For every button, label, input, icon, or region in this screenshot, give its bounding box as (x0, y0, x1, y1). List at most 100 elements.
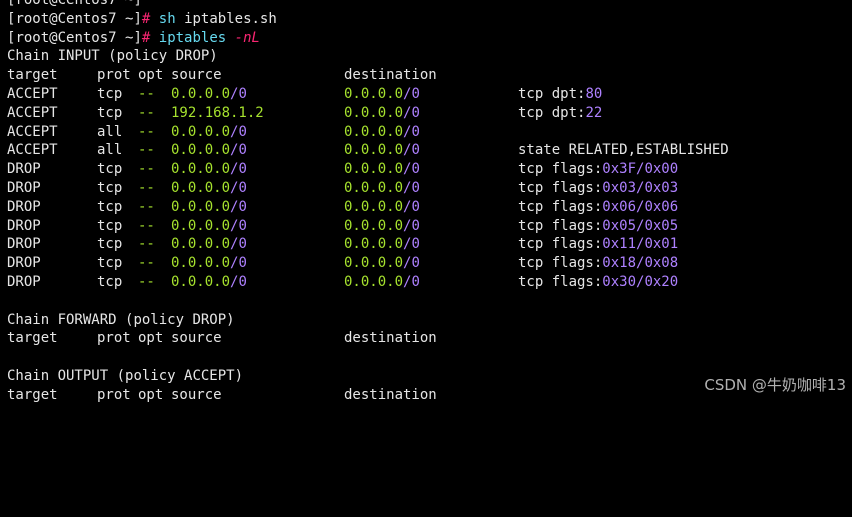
rule-source: 0.0.0.0/0 (171, 235, 247, 254)
rule-opt: -- (138, 123, 155, 140)
rule-destination-mask: /0 (403, 123, 420, 140)
rule-options-value: 80 (585, 85, 603, 102)
header-destination: destination (344, 67, 437, 84)
rule-row: DROP tcp -- 0.0.0.0/0 0.0.0.0/0 tcp flags:0x0… (7, 198, 852, 217)
rule-options: tcp flags:0x05/0x05 (518, 217, 678, 236)
rule-source: 0.0.0.0/0 (171, 85, 247, 104)
rule-source-ip: 0.0.0.0 (171, 236, 231, 253)
rule-opt: -- (138, 104, 155, 121)
chain-forward-title: Chain FORWARD (policy DROP) (7, 311, 852, 330)
prompt-path: ~ (116, 10, 134, 27)
rule-options: tcp dpt:80 (518, 85, 602, 104)
clipped-prompt-line: [root@Centos7 ~] (7, 0, 852, 10)
rule-destination: 0.0.0.0/0 (344, 160, 420, 179)
chain-policy: (policy DROP) (108, 48, 218, 65)
rule-destination: 0.0.0.0/0 (344, 254, 420, 273)
header-target: target (7, 386, 58, 403)
rule-options-value: 0x18/0x08 (602, 255, 679, 272)
rule-source: 0.0.0.0/0 (171, 141, 247, 160)
rule-source-mask: /0 (230, 217, 247, 234)
rule-source-mask: /0 (230, 236, 247, 253)
rule-options-label: tcp flags: (518, 198, 603, 215)
rule-source: 0.0.0.0/0 (171, 160, 247, 179)
rule-source-ip: 0.0.0.0 (171, 217, 231, 234)
rule-target: ACCEPT (7, 85, 58, 102)
rule-destination-ip: 0.0.0.0 (344, 236, 404, 253)
rule-source-ip: 0.0.0.0 (171, 161, 231, 178)
rule-options-value: 0x30/0x20 (602, 273, 679, 290)
rule-source: 0.0.0.0/0 (171, 273, 247, 292)
rule-target: DROP (7, 179, 41, 196)
rule-options-label: tcp flags: (518, 217, 603, 234)
rule-source-ip: 0.0.0.0 (171, 198, 231, 215)
rule-destination-mask: /0 (403, 104, 420, 121)
rule-source-ip: 0.0.0.0 (171, 123, 231, 140)
command-argument: -nL (234, 29, 260, 46)
rule-target: DROP (7, 161, 41, 178)
rule-destination-mask: /0 (403, 236, 420, 253)
chain-policy: (policy DROP) (125, 311, 235, 328)
prompt-hash: # (141, 29, 151, 46)
rule-options: state RELATED,ESTABLISHED (518, 141, 729, 160)
chain-policy: (policy ACCEPT) (116, 367, 244, 384)
command-name: sh (158, 10, 176, 27)
chain-input-header: target prot opt source destination (7, 66, 852, 85)
header-source: source (171, 67, 222, 84)
rule-source: 192.168.1.2 (171, 104, 264, 123)
rule-prot: tcp (97, 161, 123, 178)
prompt-close: ] (133, 10, 142, 27)
rule-source-ip: 0.0.0.0 (171, 142, 231, 159)
rule-row: ACCEPT tcp -- 0.0.0.0/0 0.0.0.0/0 tcp dpt:80 (7, 85, 852, 104)
rule-destination-mask: /0 (403, 161, 420, 178)
rule-prot: tcp (97, 198, 123, 215)
rule-source-ip: 0.0.0.0 (171, 255, 231, 272)
rule-destination-mask: /0 (403, 255, 420, 272)
chain-forward-header: target prot opt source destination (7, 329, 852, 348)
rule-prot: all (97, 123, 123, 140)
clipped-prompt-path: ~ (116, 0, 134, 8)
rule-target: DROP (7, 217, 41, 234)
header-prot: prot (97, 330, 131, 347)
rule-options: tcp flags:0x11/0x01 (518, 235, 678, 254)
header-prot: prot (97, 67, 131, 84)
watermark-text: CSDN @牛奶咖啡13 (704, 376, 846, 394)
rule-options-value: 0x3F/0x00 (602, 161, 679, 178)
rule-options: tcp dpt:22 (518, 104, 602, 123)
rule-destination: 0.0.0.0/0 (344, 179, 420, 198)
command-argument: iptables.sh (184, 10, 277, 27)
rule-opt: -- (138, 236, 155, 253)
prompt-close: ] (133, 29, 142, 46)
header-source: source (171, 330, 222, 347)
rule-row: DROP tcp -- 0.0.0.0/0 0.0.0.0/0 tcp flags:0x3… (7, 160, 852, 179)
rule-options: tcp flags:0x06/0x06 (518, 198, 678, 217)
rule-opt: -- (138, 273, 155, 290)
header-source: source (171, 386, 222, 403)
rule-source: 0.0.0.0/0 (171, 123, 247, 142)
rule-row: ACCEPT all -- 0.0.0.0/0 0.0.0.0/0 (7, 123, 852, 142)
rule-destination-ip: 0.0.0.0 (344, 123, 404, 140)
rule-row: DROP tcp -- 0.0.0.0/0 0.0.0.0/0 tcp flags:0x1… (7, 235, 852, 254)
rule-source-mask: /0 (230, 85, 247, 102)
terminal-output[interactable]: [root@Centos7 ~] [root@Centos7 ~]# sh ip… (7, 0, 852, 405)
rule-prot: tcp (97, 236, 123, 253)
rule-options: tcp flags:0x3F/0x00 (518, 160, 678, 179)
rule-destination-ip: 0.0.0.0 (344, 142, 404, 159)
rule-source-mask: /0 (230, 273, 247, 290)
rule-destination: 0.0.0.0/0 (344, 123, 420, 142)
rule-destination: 0.0.0.0/0 (344, 235, 420, 254)
rule-opt: -- (138, 198, 155, 215)
rule-opt: -- (138, 142, 155, 159)
rule-destination-ip: 0.0.0.0 (344, 255, 404, 272)
rule-row: DROP tcp -- 0.0.0.0/0 0.0.0.0/0 tcp flags:0x3… (7, 273, 852, 292)
rule-row: DROP tcp -- 0.0.0.0/0 0.0.0.0/0 tcp flags:0x0… (7, 179, 852, 198)
rule-target: DROP (7, 198, 41, 215)
rule-options-label: tcp flags: (518, 161, 603, 178)
rule-source-mask: /0 (230, 142, 247, 159)
rule-destination-ip: 0.0.0.0 (344, 179, 404, 196)
rule-row: ACCEPT all -- 0.0.0.0/0 0.0.0.0/0 state RELAT… (7, 141, 852, 160)
rule-destination-mask: /0 (403, 85, 420, 102)
header-target: target (7, 330, 58, 347)
rule-prot: tcp (97, 104, 123, 121)
rule-options-value: 0x03/0x03 (602, 179, 679, 196)
